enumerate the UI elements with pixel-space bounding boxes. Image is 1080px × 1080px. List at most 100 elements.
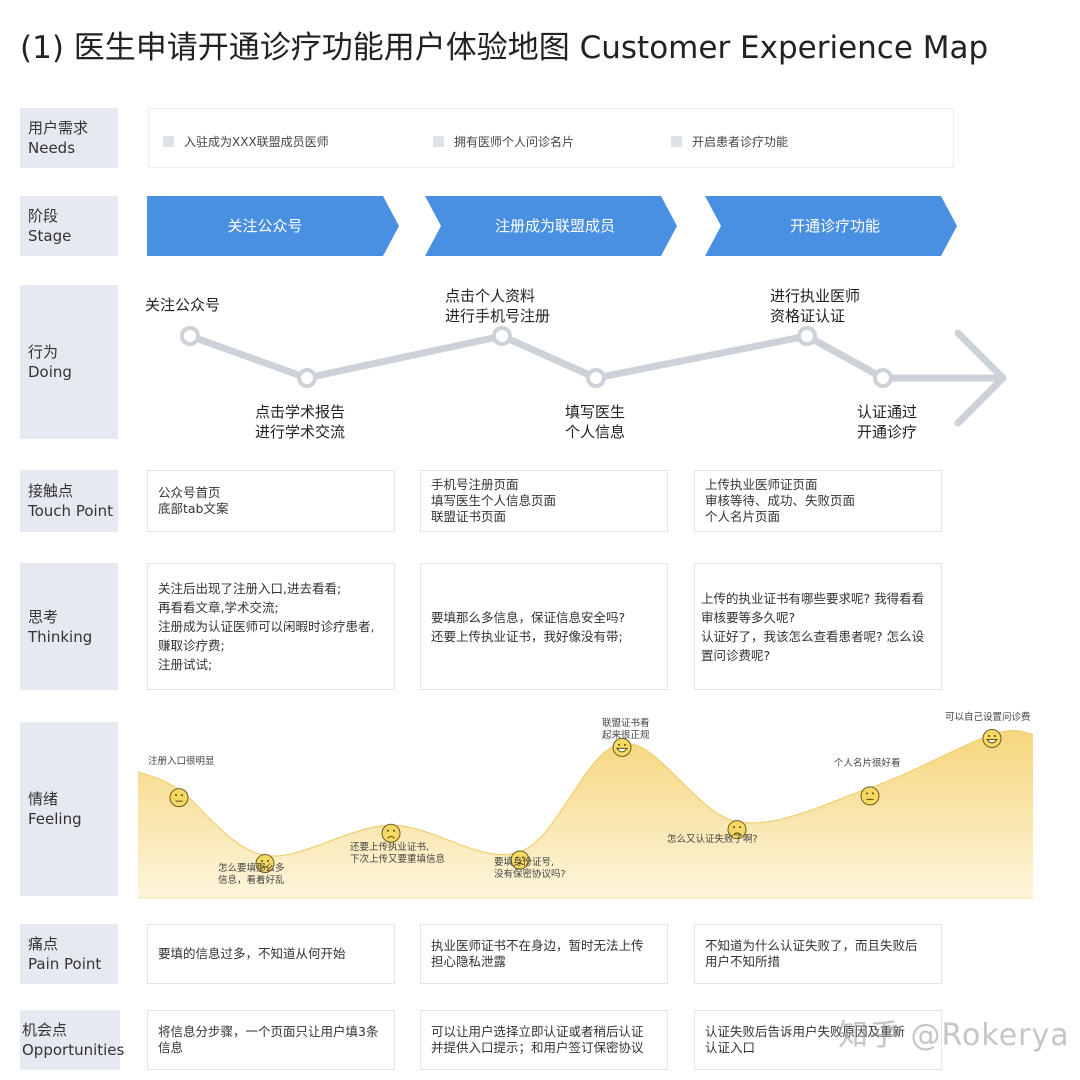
annotation-line: 个人名片很好看 <box>834 758 901 769</box>
doing-step-label: 点击学术报告 进行学术交流 <box>255 402 345 442</box>
thinking-card: 要填那么多信息，保证信息安全吗? 还要上传执业证书，我好像没有带; <box>420 563 668 690</box>
checkbox-icon <box>671 136 682 147</box>
feeling-annotation: 注册入口很明显 <box>148 756 215 768</box>
annotation-line: 怎么又认证失败了啊? <box>667 834 758 845</box>
pain-point-card: 执业医师证书不在身边，暂时无法上传 担心隐私泄露 <box>420 924 668 984</box>
card-line: 将信息分步骤，一个页面只让用户填3条 <box>158 1024 379 1039</box>
thinking-card: 关注后出现了注册入口,进去看看; 再看看文章,学术交流; 注册成为认证医师可以闲… <box>147 563 395 690</box>
row-label-stage: 阶段 Stage <box>20 196 118 256</box>
card-line: 信息 <box>158 1040 184 1055</box>
journey-node <box>297 368 317 388</box>
checkbox-icon <box>433 136 444 147</box>
card-line: 底部tab文案 <box>158 501 229 516</box>
neutral-face-icon <box>860 786 880 806</box>
row-label-en: Needs <box>28 139 76 157</box>
doing-line: 开通诊疗 <box>857 423 918 441</box>
annotation-line: 还要上传执业证书, <box>350 842 430 853</box>
doing-step-label: 关注公众号 <box>145 295 220 315</box>
opportunity-card: 可以让用户选择立即认证或者稍后认证 并提供入口提示；和用户签订保密协议 <box>420 1010 668 1070</box>
annotation-line: 联盟证书看 <box>602 718 650 729</box>
stage-label: 注册成为联盟成员 <box>494 217 615 235</box>
card-line: 公众号首页 <box>158 485 221 500</box>
stage-arrow: 注册成为联盟成员 <box>425 196 677 256</box>
doing-step-label: 点击个人资料 进行手机号注册 <box>445 286 550 326</box>
stage-label: 关注公众号 <box>227 217 303 235</box>
pain-point-card: 要填的信息过多，不知道从何开始 <box>147 924 395 984</box>
row-label-needs: 用户需求 Needs <box>20 108 118 168</box>
card-line: 置问诊费呢? <box>701 647 771 663</box>
doing-line: 关注公众号 <box>145 296 221 314</box>
card-line: 可以让用户选择立即认证或者稍后认证 <box>431 1024 644 1039</box>
doing-line: 资格证认证 <box>770 307 846 325</box>
need-label: 入驻成为XXX联盟成员医师 <box>184 135 329 149</box>
card-line: 上传执业医师证页面 <box>705 477 818 492</box>
annotation-line: 下次上传又要重填信息 <box>350 854 446 865</box>
row-label-en: Touch Point <box>28 502 114 520</box>
card-line: 还要上传执业证书，我好像没有带; <box>431 628 623 644</box>
feeling-annotation: 还要上传执业证书, 下次上传又要重填信息 <box>350 842 445 866</box>
touch-point-card: 公众号首页 底部tab文案 <box>147 470 395 532</box>
annotation-line: 怎么要填那么多 <box>218 863 285 874</box>
touch-point-card: 上传执业医师证页面 审核等待、成功、失败页面 个人名片页面 <box>694 470 942 532</box>
feeling-annotation: 可以自己设置问诊费 <box>945 712 1031 724</box>
needs-panel: 入驻成为XXX联盟成员医师 拥有医师个人问诊名片 开启患者诊疗功能 <box>148 108 954 168</box>
annotation-line: 起来很正规 <box>602 730 650 741</box>
card-line: 再看看文章,学术交流; <box>158 600 279 615</box>
row-label-zh: 阶段 <box>28 207 59 225</box>
need-item: 拥有医师个人问诊名片 <box>433 133 574 150</box>
opportunity-card: 将信息分步骤，一个页面只让用户填3条 信息 <box>147 1010 395 1070</box>
feeling-annotation: 联盟证书看 起来很正规 <box>602 718 650 742</box>
pain-point-card: 不知道为什么认证失败了，而且失败后 用户不知所措 <box>694 924 942 984</box>
card-line: 个人名片页面 <box>705 509 781 524</box>
journey-node <box>492 326 512 346</box>
stage-label: 开通诊疗功能 <box>789 217 880 235</box>
doing-step-label: 进行执业医师 资格证认证 <box>770 286 860 326</box>
touch-point-card: 手机号注册页面 填写医生个人信息页面 联盟证书页面 <box>420 470 668 532</box>
need-item: 入驻成为XXX联盟成员医师 <box>163 133 329 150</box>
card-line: 关注后出现了注册入口,进去看看; <box>158 581 342 596</box>
row-label-en: Pain Point <box>28 955 102 973</box>
watermark: 知乎 @Rokerya <box>838 1018 1070 1053</box>
page-title: (1) 医生申请开通诊疗功能用户体验地图 Customer Experience… <box>20 30 989 66</box>
card-line: 审核要等多久呢? <box>701 609 796 625</box>
happy-face-icon <box>982 728 1002 748</box>
feeling-annotation: 要填身份证号, 没有保密协议吗? <box>494 857 566 881</box>
annotation-line: 要填身份证号, <box>494 857 555 868</box>
stage-arrow: 关注公众号 <box>147 196 399 256</box>
row-label-zh: 思考 <box>28 607 59 626</box>
feeling-annotation: 个人名片很好看 <box>834 758 901 770</box>
row-label-en: Stage <box>28 227 72 245</box>
row-label-zh: 机会点 <box>22 1021 68 1039</box>
need-item: 开启患者诊疗功能 <box>671 133 788 150</box>
card-line: 认证好了，我该怎么查看患者呢? 怎么设 <box>701 628 925 644</box>
card-line: 联盟证书页面 <box>431 509 507 524</box>
sad-face-icon <box>381 823 401 843</box>
row-label-pain-point: 痛点 Pain Point <box>20 924 118 984</box>
need-label: 开启患者诊疗功能 <box>692 135 789 149</box>
journey-node <box>797 326 817 346</box>
doing-line: 进行学术交流 <box>255 423 346 441</box>
card-line: 担心隐私泄露 <box>431 954 507 969</box>
journey-node <box>586 368 606 388</box>
feeling-annotation: 怎么要填那么多 信息，看着好乱 <box>218 863 285 887</box>
card-line: 并提供入口提示；和用户签订保密协议 <box>431 1040 644 1055</box>
stage-arrow: 开通诊疗功能 <box>705 196 957 256</box>
checkbox-icon <box>163 136 174 147</box>
doing-line: 进行执业医师 <box>770 287 861 305</box>
doing-line: 个人信息 <box>565 423 626 441</box>
need-label: 拥有医师个人问诊名片 <box>454 135 575 149</box>
row-label-thinking: 思考 Thinking <box>20 563 118 690</box>
doing-line: 点击个人资料 <box>445 287 536 305</box>
card-line: 上传的执业证书有哪些要求呢? 我得看看 <box>701 590 925 606</box>
annotation-line: 没有保密协议吗? <box>494 869 566 880</box>
card-line: 注册成为认证医师可以闲暇时诊疗患者, <box>158 619 375 634</box>
row-label-zh: 用户需求 <box>28 119 89 137</box>
feeling-annotation: 怎么又认证失败了啊? <box>667 834 758 846</box>
row-label-en: Opportunities <box>22 1041 125 1059</box>
card-line: 要填那么多信息，保证信息安全吗? <box>431 609 626 625</box>
doing-step-label: 填写医生 个人信息 <box>565 402 625 442</box>
card-line: 注册试试; <box>158 657 213 672</box>
card-line: 赚取诊疗费; <box>158 638 225 653</box>
card-line: 要填的信息过多，不知道从何开始 <box>158 946 346 961</box>
annotation-line: 可以自己设置问诊费 <box>945 712 1031 723</box>
